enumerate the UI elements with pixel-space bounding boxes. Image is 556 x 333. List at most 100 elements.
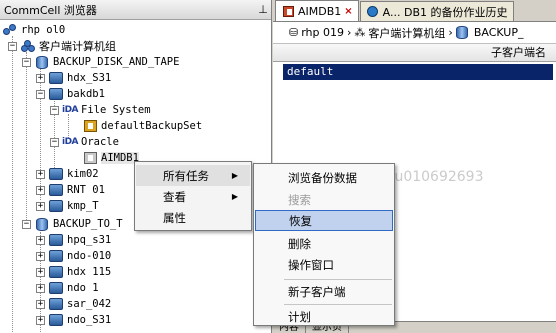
tree-item-label: File System xyxy=(81,104,151,116)
expand-toggle[interactable]: + xyxy=(36,316,45,325)
tree-item-label: rhp ol0 xyxy=(21,24,66,36)
menu-item-new-subclient[interactable]: 新子客户端 xyxy=(255,281,393,302)
menu-item-operation-window[interactable]: 操作窗口 xyxy=(255,254,393,275)
tree-item-label: BACKUP_DISK_AND_TAPE xyxy=(53,56,180,68)
tree-item-agent[interactable]: iDA Oracle xyxy=(62,134,119,150)
pin-icon[interactable]: ⊥ xyxy=(255,3,271,16)
server-icon xyxy=(48,71,64,85)
tree-item-label: kim02 xyxy=(67,168,99,180)
menu-item-label: 搜索 xyxy=(288,192,311,207)
tree-item-client[interactable]: hdx 115 xyxy=(48,264,111,280)
tree-item-client[interactable]: sar_042 xyxy=(48,296,111,312)
tab-client[interactable]: AIMDB1 × xyxy=(275,0,359,21)
expand-toggle[interactable]: + xyxy=(36,236,45,245)
expand-toggle[interactable]: + xyxy=(36,252,45,261)
server-icon xyxy=(48,281,64,295)
tree-item-client[interactable]: RNT 01 xyxy=(48,182,105,198)
menu-item-browse-backup[interactable]: 浏览备份数据 xyxy=(255,167,393,188)
column-header-subclient[interactable]: 子客户端名 xyxy=(273,44,556,62)
context-menu: 所有任务 ▶ 查看 ▶ 属性 xyxy=(134,161,252,231)
tree-line xyxy=(12,36,13,333)
expand-toggle[interactable]: + xyxy=(36,300,45,309)
tree-item-label: defaultBackupSet xyxy=(101,120,203,132)
menu-item-all-tasks[interactable]: 所有任务 ▶ xyxy=(136,165,250,186)
tree-item-root[interactable]: rhp ol0 xyxy=(2,22,65,38)
menu-item-label: 所有任务 xyxy=(163,168,209,183)
client-group-icon: ⁂ xyxy=(354,26,366,39)
tree-item-label: 客户端计算机组 xyxy=(39,40,116,53)
breadcrumb-item[interactable]: 客户端计算机组 xyxy=(368,25,445,41)
menu-item-view[interactable]: 查看 ▶ xyxy=(136,186,250,207)
panel-title: CommCell 浏览器 xyxy=(4,3,97,17)
tree-item-label: bakdb1 xyxy=(67,88,105,100)
tree-item-client[interactable]: kmp_T xyxy=(48,198,99,214)
collapse-toggle[interactable]: − xyxy=(22,220,31,229)
server-icon xyxy=(48,313,64,327)
menu-item-label: 删除 xyxy=(288,236,311,251)
tree-item-instance[interactable]: AIMDB1 xyxy=(82,150,139,166)
tree-item-label: RNT 01 xyxy=(67,184,105,196)
tree-item-label: kmp_T xyxy=(67,200,99,212)
expand-toggle[interactable]: + xyxy=(36,284,45,293)
tree-item-client[interactable]: hdx_S31 xyxy=(48,70,111,86)
tree-item-agent[interactable]: iDA File System xyxy=(62,102,151,118)
close-icon[interactable]: × xyxy=(344,6,352,17)
history-icon xyxy=(366,5,380,19)
tree-item-group[interactable]: BACKUP_DISK_AND_TAPE xyxy=(34,54,179,70)
chevron-right-icon: › xyxy=(347,26,352,39)
tree-item-client[interactable]: hpq_s31 xyxy=(48,232,111,248)
breadcrumb-icon: ⛁ xyxy=(289,26,299,39)
collapse-toggle[interactable]: − xyxy=(50,138,59,147)
backupset-icon xyxy=(82,119,98,133)
tab-label: A... DB1 的备份作业历史 xyxy=(382,5,508,19)
tree-item-client[interactable]: kim02 xyxy=(48,166,99,182)
tree-item-client[interactable]: ndo 1 xyxy=(48,280,99,296)
expand-toggle[interactable]: + xyxy=(36,170,45,179)
server-icon xyxy=(48,297,64,311)
server-icon xyxy=(48,265,64,279)
tree-item-backupset[interactable]: defaultBackupSet xyxy=(82,118,202,134)
expand-toggle[interactable]: + xyxy=(36,186,45,195)
tree-item-label: sar_042 xyxy=(67,298,112,310)
tree-item-client-groups[interactable]: 客户端计算机组 xyxy=(20,38,116,54)
tree-item-label: hpq_s31 xyxy=(67,234,112,246)
tree-item-client[interactable]: ndo-010 xyxy=(48,248,111,264)
expand-toggle[interactable]: + xyxy=(36,202,45,211)
tree-item-label: Oracle xyxy=(81,136,119,148)
collapse-toggle[interactable]: − xyxy=(8,42,17,51)
server-icon xyxy=(48,167,64,181)
menu-item-schedule[interactable]: 计划 xyxy=(255,306,393,327)
breadcrumb: ⛁ rhp 019 › ⁂ 客户端计算机组 › BACKUP_ xyxy=(273,22,556,44)
tab-backup-history[interactable]: A... DB1 的备份作业历史 xyxy=(359,1,514,21)
menu-item-label: 新子客户端 xyxy=(288,284,346,299)
tree-item-client[interactable]: bakdb1 xyxy=(48,86,105,102)
submenu-all-tasks: 浏览备份数据 搜索 恢复 删除 操作窗口 新子客户端 计划 xyxy=(253,163,395,326)
menu-separator xyxy=(284,279,392,280)
tree-item-group[interactable]: BACKUP_TO_T xyxy=(34,216,123,232)
server-icon xyxy=(48,87,64,101)
tree-item-label: BACKUP_TO_T xyxy=(53,218,123,230)
client-group-icon xyxy=(20,39,36,53)
breadcrumb-item[interactable]: rhp 019 xyxy=(301,26,344,39)
menu-item-label: 属性 xyxy=(163,210,186,225)
collapse-toggle[interactable]: − xyxy=(22,58,31,67)
menu-item-properties[interactable]: 属性 xyxy=(136,207,250,228)
table-row-selected[interactable]: default xyxy=(283,64,553,80)
expand-toggle[interactable]: + xyxy=(36,268,45,277)
commcell-browser-titlebar: CommCell 浏览器 ⊥ xyxy=(0,0,271,20)
ida-icon: iDA xyxy=(61,137,79,147)
menu-item-label: 计划 xyxy=(288,309,311,324)
tree-item-client[interactable]: ndo_S31 xyxy=(48,312,111,328)
collapse-toggle[interactable]: − xyxy=(50,106,59,115)
menu-item-delete[interactable]: 删除 xyxy=(255,233,393,254)
server-icon xyxy=(48,249,64,263)
server-icon xyxy=(48,199,64,213)
collapse-toggle[interactable]: − xyxy=(36,90,45,99)
expand-toggle[interactable]: + xyxy=(36,74,45,83)
breadcrumb-item[interactable]: BACKUP_ xyxy=(474,26,524,39)
instance-icon xyxy=(82,151,98,165)
submenu-arrow-icon: ▶ xyxy=(231,171,238,180)
menu-item-restore[interactable]: 恢复 xyxy=(255,210,393,231)
submenu-arrow-icon: ▶ xyxy=(231,192,238,201)
tree-item-label: hdx 115 xyxy=(67,266,112,278)
